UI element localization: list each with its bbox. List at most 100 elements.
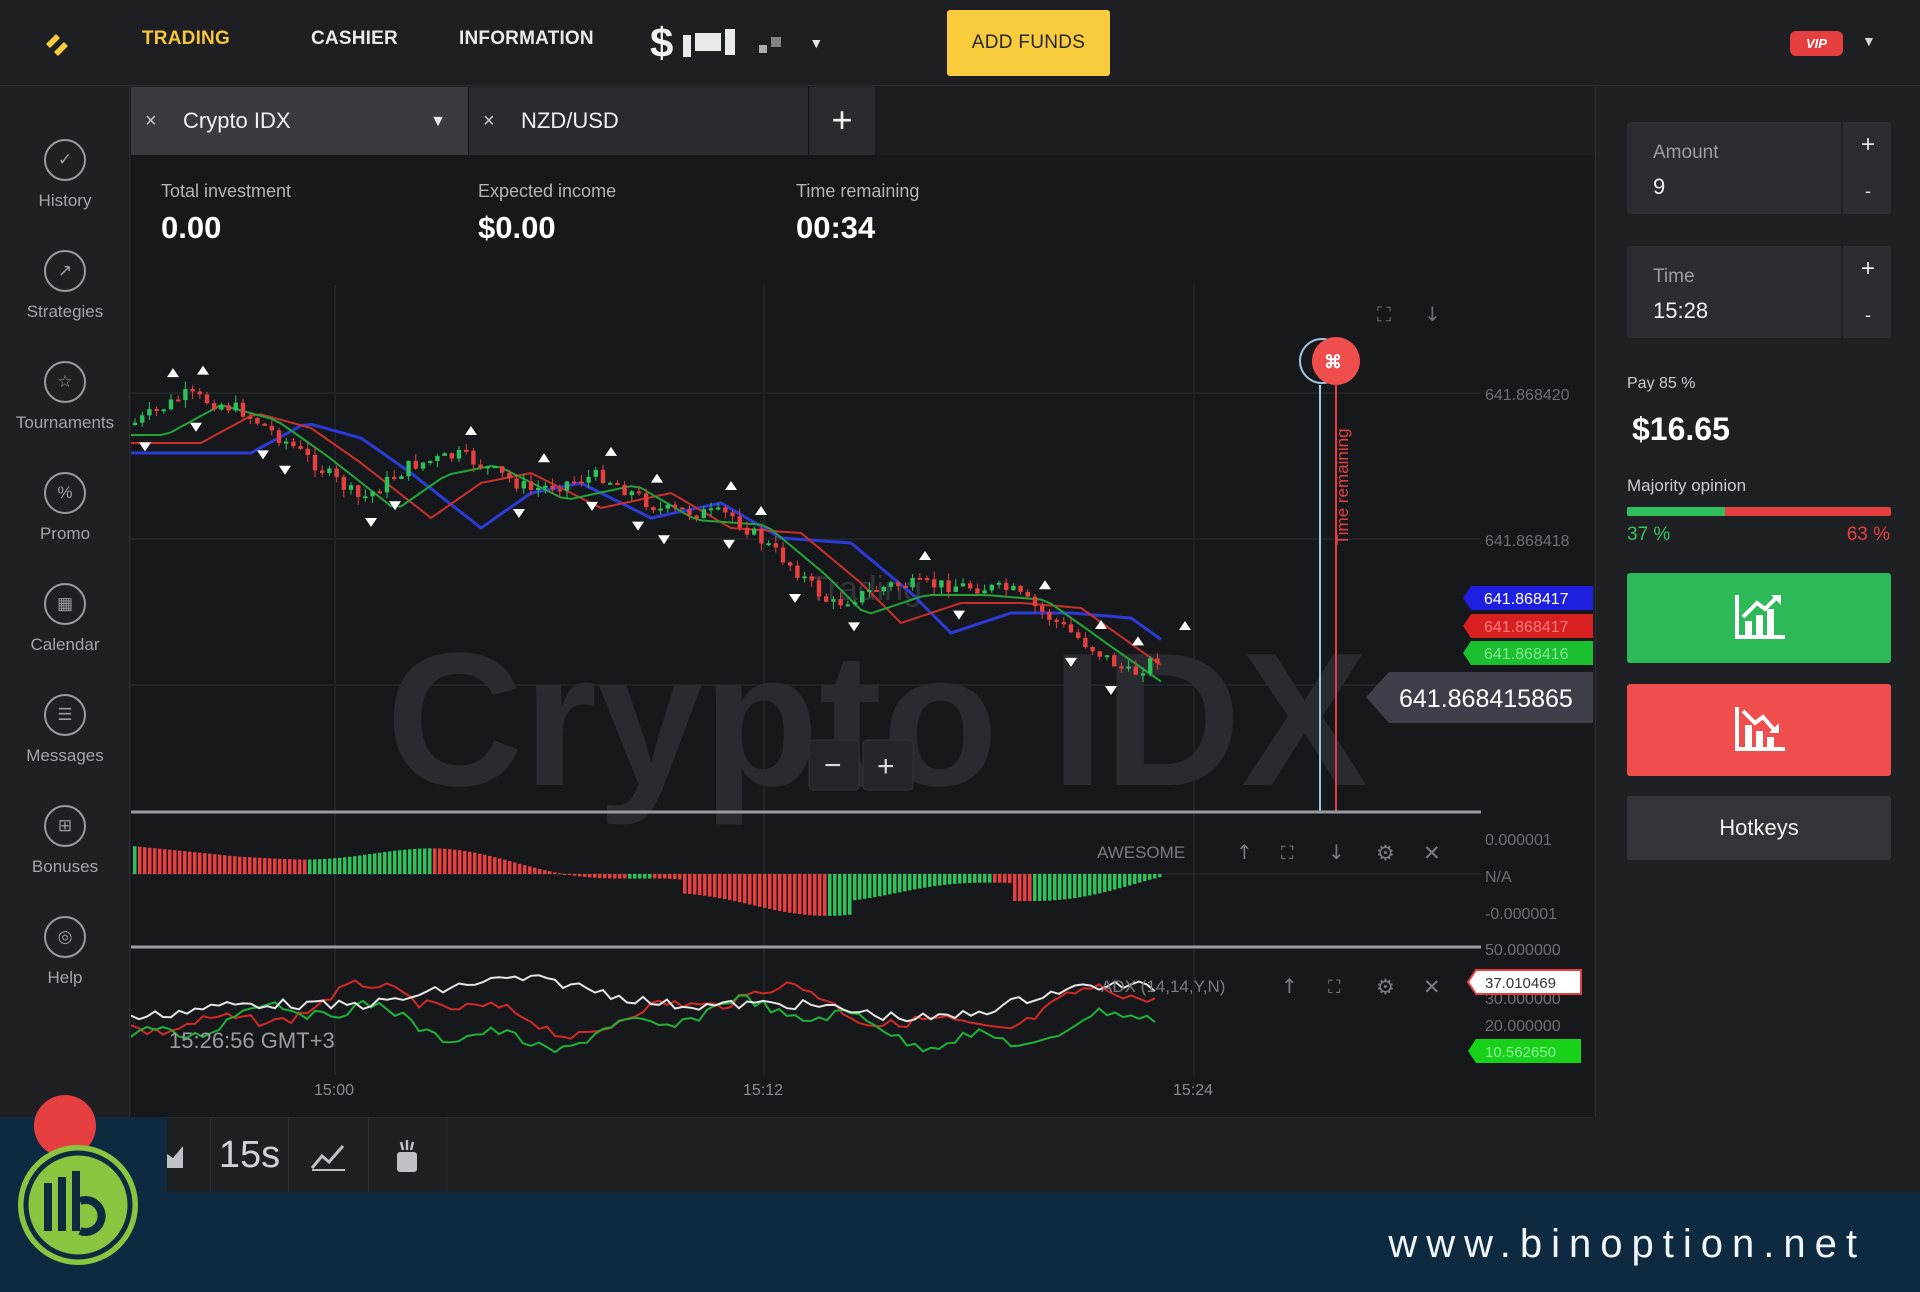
- current-price-tag: 641.868415865: [1399, 685, 1573, 713]
- candle-body: [708, 508, 714, 511]
- fullscreen-icon[interactable]: ⛶: [1281, 843, 1294, 864]
- awesome-bar: [238, 856, 242, 874]
- awesome-bar: [1128, 874, 1132, 886]
- candle-body: [204, 394, 210, 404]
- nav-cashier[interactable]: CASHIER: [311, 28, 398, 50]
- time-decrease-button[interactable]: -: [1843, 292, 1893, 338]
- buy-down-button[interactable]: [1627, 684, 1891, 776]
- nav-trading[interactable]: TRADING: [142, 28, 230, 50]
- awesome-bar: [903, 874, 907, 892]
- sidebar-item-tournaments[interactable]: ☆ Tournaments: [0, 361, 130, 461]
- adx-white-tag: 37.010469: [1485, 975, 1556, 992]
- top-bar: TRADING CASHIER INFORMATION $ ▼ ADD FUND…: [0, 0, 1920, 86]
- drawing-tools-button[interactable]: [289, 1118, 369, 1193]
- tab-nzd-usd[interactable]: × NZD/USD: [469, 87, 809, 155]
- move-down-icon[interactable]: ↓: [1328, 840, 1345, 864]
- awesome-bar: [883, 874, 887, 896]
- awesome-bar: [913, 874, 917, 890]
- brand-logo-icon[interactable]: [40, 26, 74, 60]
- awesome-bar: [323, 858, 327, 874]
- move-up-icon[interactable]: ↑: [1281, 974, 1298, 998]
- candle-body: [500, 466, 505, 473]
- candle-body: [586, 476, 591, 483]
- candle-body: [255, 417, 260, 424]
- add-funds-button[interactable]: ADD FUNDS: [947, 10, 1110, 76]
- add-tab-button[interactable]: +: [809, 87, 875, 155]
- amount-increase-button[interactable]: +: [1843, 122, 1893, 168]
- awesome-bar: [1103, 874, 1107, 893]
- awesome-bar: [953, 874, 957, 884]
- nav-information[interactable]: INFORMATION: [459, 28, 594, 50]
- amount-input[interactable]: 9: [1653, 174, 1665, 200]
- candle-body: [672, 504, 678, 508]
- awesome-bar: [648, 874, 652, 879]
- sidebar-item-calendar[interactable]: ▦ Calendar: [0, 583, 130, 683]
- time-tick-label: 15:12: [743, 1082, 783, 1099]
- sidebar-item-messages[interactable]: ☰ Messages: [0, 694, 130, 794]
- trophy-icon: ☆: [44, 361, 86, 403]
- awesome-bar: [1028, 874, 1032, 902]
- amount-decrease-button[interactable]: -: [1843, 168, 1893, 214]
- buy-up-button[interactable]: [1627, 573, 1891, 663]
- close-icon[interactable]: ×: [483, 110, 505, 133]
- candle-body: [327, 468, 332, 473]
- time-stepper[interactable]: Time 15:28 + -: [1627, 246, 1891, 338]
- awesome-bar: [493, 857, 497, 874]
- move-up-icon[interactable]: ↑: [1236, 840, 1253, 864]
- indicators-button[interactable]: [369, 1118, 447, 1193]
- gear-icon[interactable]: ⚙: [1376, 975, 1395, 999]
- chevron-down-icon[interactable]: ▼: [809, 35, 823, 51]
- candle-body: [356, 485, 361, 497]
- red-ma-price-tag: 641.868417: [1484, 619, 1569, 636]
- hotkeys-button[interactable]: Hotkeys: [1627, 796, 1891, 860]
- candle-body: [140, 415, 145, 423]
- fractal-down-marker: [190, 422, 202, 432]
- time-input[interactable]: 15:28: [1653, 298, 1708, 324]
- close-icon[interactable]: ×: [145, 110, 167, 133]
- time-increase-button[interactable]: +: [1843, 246, 1893, 292]
- awesome-bar: [283, 859, 287, 874]
- vip-badge[interactable]: VIP: [1790, 31, 1843, 56]
- candle-body: [809, 576, 814, 581]
- close-icon[interactable]: ✕: [1423, 975, 1441, 999]
- chevron-down-icon[interactable]: ▼: [430, 113, 446, 131]
- candle-body: [1090, 647, 1095, 652]
- sidebar-item-strategies[interactable]: ↗ Strategies: [0, 250, 130, 350]
- footer-url[interactable]: www.binoption.net: [1388, 1222, 1866, 1267]
- awesome-bar: [403, 849, 407, 874]
- candle-body: [478, 464, 483, 468]
- fullscreen-icon[interactable]: ⛶: [1376, 302, 1392, 326]
- tab-crypto-idx[interactable]: × Crypto IDX ▼: [131, 87, 469, 155]
- candle-body: [816, 580, 822, 597]
- awesome-bar: [988, 874, 992, 883]
- close-icon[interactable]: ✕: [1423, 841, 1441, 865]
- awesome-bar: [548, 871, 552, 874]
- chevron-down-icon[interactable]: ▼: [1862, 33, 1876, 49]
- awesome-bar: [748, 874, 752, 905]
- sidebar-item-promo[interactable]: % Promo: [0, 472, 130, 572]
- candle-body: [1112, 655, 1117, 667]
- arrow-down-icon[interactable]: ↓: [1424, 302, 1441, 326]
- candle-body: [1097, 651, 1102, 657]
- candle-body: [831, 599, 836, 602]
- awesome-bar: [383, 852, 387, 874]
- awesome-bar: [808, 874, 812, 916]
- gear-icon[interactable]: ⚙: [1376, 841, 1395, 865]
- sidebar-item-label: Tournaments: [15, 413, 115, 432]
- awesome-bar: [288, 859, 292, 874]
- fullscreen-icon[interactable]: ⛶: [1328, 977, 1341, 998]
- time-remaining-vertical-label: Time remaining: [1333, 428, 1352, 545]
- balance-selector[interactable]: $ ▼: [650, 18, 823, 68]
- chart-area[interactable]: Crypto IDX Trading ⌘ Time remaining ⛶ ↓ …: [131, 155, 1593, 1117]
- majority-up-fill: [1627, 507, 1725, 516]
- amount-stepper[interactable]: Amount 9 + -: [1627, 122, 1891, 214]
- price-chart[interactable]: Crypto IDX Trading ⌘ Time remaining ⛶ ↓ …: [131, 155, 1593, 1117]
- sidebar-item-history[interactable]: ✓ History: [0, 139, 130, 239]
- awesome-bar: [313, 859, 317, 874]
- sidebar-item-bonuses[interactable]: ⊞ Bonuses: [0, 805, 130, 905]
- sidebar-item-help[interactable]: ◎ Help: [0, 916, 130, 1016]
- line-chart-icon: [310, 1144, 345, 1171]
- sidebar-item-label: Promo: [39, 524, 91, 543]
- awesome-bar: [243, 857, 247, 874]
- timeframe-button[interactable]: 15s: [211, 1118, 289, 1193]
